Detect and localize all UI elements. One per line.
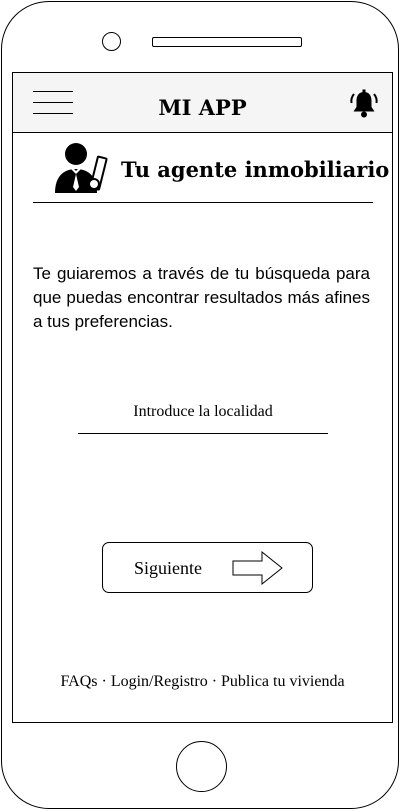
camera-icon	[102, 32, 121, 51]
footer-link-publish[interactable]: Publica tu vivienda	[221, 673, 345, 690]
footer-link-faqs[interactable]: FAQs	[60, 673, 97, 690]
location-placeholder: Introduce la localidad	[133, 403, 273, 420]
footer-links: FAQs · Login/Registro · Publica tu vivie…	[13, 673, 392, 691]
agent-title: Tu agente inmobiliario	[121, 157, 390, 182]
footer-separator: ·	[211, 673, 218, 690]
home-button[interactable]	[176, 741, 227, 792]
location-input[interactable]: Introduce la localidad	[78, 402, 328, 434]
bell-alert-icon[interactable]	[348, 88, 380, 120]
app-title: MI APP	[158, 95, 247, 120]
app-header: MI APP	[13, 73, 392, 133]
screen: MI APP Tu agente inmobiliario Te guiarem…	[12, 72, 393, 723]
phone-frame: MI APP Tu agente inmobiliario Te guiarem…	[1, 1, 399, 809]
intro-text: Te guiaremos a través de tu búsqueda par…	[33, 264, 370, 331]
footer-link-login[interactable]: Login/Registro	[111, 673, 208, 690]
divider	[33, 202, 373, 203]
next-button[interactable]: Siguiente	[102, 542, 313, 593]
arrow-right-icon	[232, 551, 283, 585]
footer-separator: ·	[101, 673, 107, 690]
speaker-slot	[152, 37, 302, 47]
next-button-label: Siguiente	[134, 558, 202, 578]
agent-person-icon	[55, 143, 108, 193]
